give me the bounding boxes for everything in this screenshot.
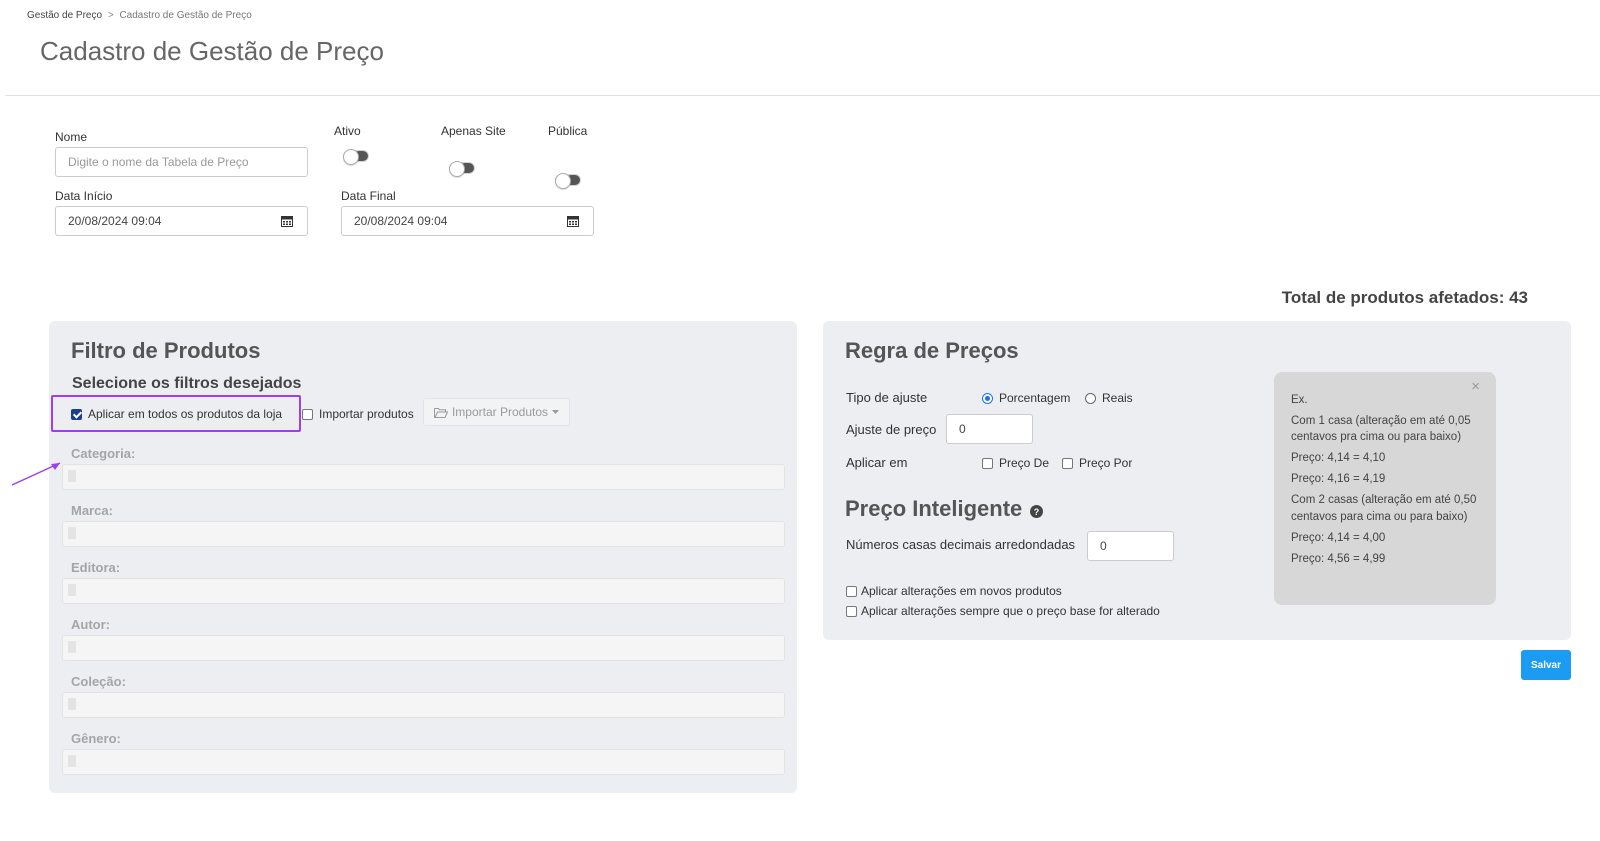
apenas-site-label: Apenas Site [441, 124, 506, 138]
preco-base-checkbox[interactable] [846, 605, 857, 617]
regra-title: Regra de Preços [845, 338, 1019, 363]
preco-de-checkbox[interactable] [982, 457, 993, 469]
question-circle-icon[interactable]: ? [1030, 504, 1044, 518]
folder-open-icon [433, 407, 448, 418]
option-novos-produtos[interactable]: Aplicar alterações em novos produtos [846, 584, 1062, 598]
filter-input-stub [68, 698, 76, 710]
option-preco-de[interactable]: Preço De [982, 456, 1049, 470]
filter-label-categoria: Categoria: [71, 446, 136, 461]
ajuste-preco-value: 0 [959, 422, 966, 436]
ativo-label: Ativo [334, 124, 361, 138]
reais-radio[interactable] [1085, 392, 1096, 404]
apply-all-label: Aplicar em todos os produtos da loja [88, 407, 283, 421]
ajuste-preco-label: Ajuste de preço [846, 422, 937, 437]
filtro-subtitle: Selecione os filtros desejados [72, 375, 302, 392]
filter-label-marca: Marca: [71, 503, 113, 518]
data-inicio-label: Data Início [55, 189, 113, 203]
caret-down-icon [552, 409, 560, 414]
title-divider [5, 95, 1600, 96]
preco-por-label: Preço Por [1079, 456, 1133, 470]
import-option[interactable]: Importar produtos [302, 407, 414, 421]
filter-input-genero[interactable] [62, 749, 785, 775]
example-tooltip: × Ex. Com 1 casa (alteração em até 0,05 … [1274, 372, 1496, 605]
ativo-toggle[interactable] [343, 149, 369, 165]
filter-label-editora: Editora: [71, 560, 121, 575]
tooltip-line: Com 1 casa (alteração em até 0,05 centav… [1291, 415, 1471, 444]
porcentagem-radio[interactable] [982, 392, 993, 404]
filter-input-editora[interactable] [62, 578, 785, 604]
name-input-placeholder: Digite o nome da Tabela de Preço [68, 155, 249, 169]
filter-input-colecao[interactable] [62, 692, 785, 718]
filter-input-stub [68, 527, 76, 539]
casas-decimais-value: 0 [1100, 539, 1107, 553]
annotation-arrow-icon [11, 462, 61, 486]
data-inicio-value: 20/08/2024 09:04 [68, 214, 162, 228]
data-final-value: 20/08/2024 09:04 [354, 214, 448, 228]
breadcrumb-current: Cadastro de Gestão de Preço [119, 10, 252, 21]
novos-produtos-label: Aplicar alterações em novos produtos [861, 584, 1062, 598]
ajuste-preco-input[interactable]: 0 [946, 414, 1033, 444]
name-label: Nome [55, 130, 88, 144]
tooltip-line: Preço: 4,56 = 4,99 [1291, 552, 1386, 565]
filter-input-stub [68, 584, 76, 596]
preco-base-label: Aplicar alterações sempre que o preço ba… [861, 604, 1160, 618]
filter-input-categoria[interactable] [62, 464, 785, 490]
data-final-calendar-button[interactable] [552, 206, 594, 236]
filter-input-stub [68, 470, 76, 482]
preco-inteligente-heading: Preço Inteligente ? [845, 496, 1044, 522]
import-checkbox[interactable] [302, 408, 313, 420]
data-inicio-calendar-button[interactable] [267, 206, 308, 236]
publica-toggle[interactable] [555, 173, 581, 189]
data-final-label: Data Final [341, 189, 396, 203]
filter-label-autor: Autor: [71, 617, 110, 632]
calendar-icon [281, 216, 293, 227]
total-products-affected: Total de produtos afetados: 43 [1281, 288, 1528, 307]
porcentagem-label: Porcentagem [999, 391, 1071, 405]
filter-label-colecao: Coleção: [71, 674, 126, 689]
option-preco-base[interactable]: Aplicar alterações sempre que o preço ba… [846, 604, 1160, 618]
import-label: Importar produtos [319, 407, 414, 421]
apply-all-checkbox[interactable] [71, 408, 82, 420]
name-input[interactable]: Digite o nome da Tabela de Preço [55, 147, 308, 177]
reais-label: Reais [1102, 391, 1133, 405]
tooltip-line: Ex. [1291, 394, 1308, 406]
breadcrumb: Gestão de Preço > Cadastro de Gestão de … [27, 10, 252, 21]
breadcrumb-separator: > [107, 10, 114, 21]
save-button[interactable]: Salvar [1521, 650, 1571, 680]
publica-label: Pública [548, 124, 588, 138]
filter-input-stub [68, 641, 76, 653]
svg-text:?: ? [1034, 507, 1040, 517]
filter-input-marca[interactable] [62, 521, 785, 547]
import-products-dropdown[interactable]: Importar Produtos [423, 398, 570, 426]
casas-decimais-label: Números casas decimais arredondadas [846, 537, 1076, 552]
option-porcentagem[interactable]: Porcentagem [982, 391, 1070, 405]
tooltip-line: Preço: 4,16 = 4,19 [1291, 473, 1386, 486]
import-products-label: Importar Produtos [451, 405, 549, 419]
tipo-ajuste-label: Tipo de ajuste [846, 390, 928, 405]
filter-label-genero: Gênero: [71, 731, 121, 746]
option-preco-por[interactable]: Preço Por [1062, 456, 1132, 470]
novos-produtos-checkbox[interactable] [846, 585, 857, 597]
tooltip-line: Preço: 4,14 = 4,10 [1291, 452, 1386, 465]
calendar-icon [566, 216, 579, 227]
preco-por-checkbox[interactable] [1062, 457, 1073, 469]
data-inicio-input[interactable]: 20/08/2024 09:04 [55, 206, 268, 236]
tooltip-line: Preço: 4,14 = 4,00 [1291, 531, 1386, 544]
page-title: Cadastro de Gestão de Preço [40, 36, 384, 66]
tooltip-close-icon[interactable]: × [1471, 376, 1480, 397]
aplicar-em-label: Aplicar em [846, 455, 908, 470]
preco-de-label: Preço De [999, 456, 1050, 470]
casas-decimais-input[interactable]: 0 [1087, 531, 1174, 561]
filtro-title: Filtro de Produtos [71, 338, 261, 363]
breadcrumb-parent[interactable]: Gestão de Preço [27, 10, 102, 21]
apply-all-option[interactable]: Aplicar em todos os produtos da loja [71, 407, 282, 421]
apenas-site-toggle[interactable] [449, 161, 475, 177]
option-reais[interactable]: Reais [1085, 391, 1133, 405]
preco-inteligente-title: Preço Inteligente [845, 496, 1023, 521]
filter-input-autor[interactable] [62, 635, 785, 661]
data-final-input[interactable]: 20/08/2024 09:04 [341, 206, 553, 236]
filter-input-stub [68, 755, 76, 767]
tooltip-line: Com 2 casas (alteração em até 0,50 centa… [1291, 494, 1477, 523]
